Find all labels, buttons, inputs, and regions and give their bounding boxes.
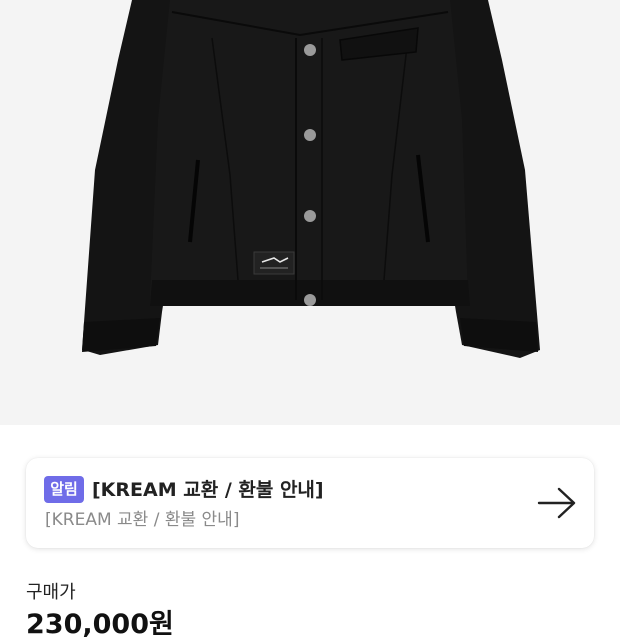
arrow-right-icon[interactable]: [537, 486, 577, 520]
price-label: 구매가: [26, 582, 76, 603]
notice-subtitle: [KREAM 교환 / 환불 안내]: [45, 510, 240, 530]
notice-badge: 알림: [44, 476, 84, 503]
black-jacket-image: [82, 0, 540, 358]
price-value: 230,000원: [26, 609, 174, 640]
product-image: [0, 0, 620, 425]
notice-title: [KREAM 교환 / 환불 안내]: [92, 479, 324, 501]
notice-banner[interactable]: 알림 [KREAM 교환 / 환불 안내] [KREAM 교환 / 환불 안내]: [26, 458, 594, 548]
